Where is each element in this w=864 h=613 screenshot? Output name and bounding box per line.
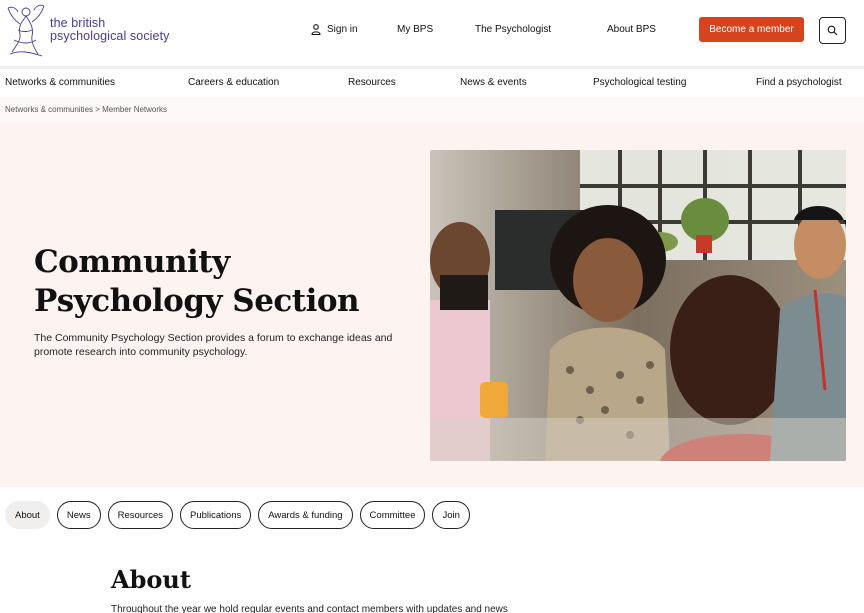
- tab-about[interactable]: About: [5, 501, 50, 529]
- page-title-line-2: Psychology Section: [34, 283, 360, 319]
- tab-committee[interactable]: Committee: [359, 501, 426, 529]
- tab-resources[interactable]: Resources: [107, 501, 174, 529]
- hero-photo: [430, 150, 846, 461]
- search-button[interactable]: [819, 17, 846, 44]
- nav-item-careers[interactable]: Careers & education: [188, 77, 279, 88]
- about-bps-link[interactable]: About BPS: [607, 24, 656, 35]
- logo-line-2: psychological society: [50, 29, 170, 43]
- nav-item-psych-testing[interactable]: Psychological testing: [593, 77, 686, 88]
- header-divider: [0, 66, 864, 69]
- bps-logo[interactable]: the british psychological society: [4, 2, 170, 58]
- nav-item-resources[interactable]: Resources: [348, 77, 396, 88]
- section-tabs: About News Resources Publications Awards…: [5, 501, 470, 529]
- page-title: Community Psychology Section: [34, 243, 360, 321]
- nav-item-networks[interactable]: Networks & communities: [5, 77, 115, 88]
- psyche-figure-logo-icon: [7, 4, 45, 57]
- site-header: the british psychological society Sign i…: [0, 0, 864, 66]
- about-heading: About: [111, 565, 191, 594]
- my-bps-link[interactable]: My BPS: [397, 24, 433, 35]
- hero-description: The Community Psychology Section provide…: [34, 332, 393, 358]
- tab-awards-funding[interactable]: Awards & funding: [258, 501, 353, 529]
- breadcrumb-text[interactable]: Networks & communities > Member Networks: [5, 105, 167, 114]
- main-nav: Networks & communities Careers & educati…: [0, 70, 864, 97]
- tab-join[interactable]: Join: [432, 501, 470, 529]
- nav-item-news-events[interactable]: News & events: [460, 77, 527, 88]
- sign-in-link[interactable]: Sign in: [311, 24, 358, 35]
- group-discussion-image: [430, 150, 846, 461]
- logo-text: the british psychological society: [50, 17, 170, 43]
- the-psychologist-link[interactable]: The Psychologist: [475, 24, 551, 35]
- tab-news[interactable]: News: [56, 501, 101, 529]
- user-icon: [311, 24, 321, 35]
- hero-section: Community Psychology Section The Communi…: [0, 123, 864, 487]
- about-text: Throughout the year we hold regular even…: [111, 604, 508, 613]
- page-title-line-1: Community: [34, 244, 230, 280]
- breadcrumb: Networks & communities > Member Networks: [0, 97, 864, 123]
- sign-in-label: Sign in: [327, 24, 358, 35]
- tab-publications[interactable]: Publications: [180, 501, 252, 529]
- become-member-button[interactable]: Become a member: [699, 17, 804, 42]
- nav-item-find-psychologist[interactable]: Find a psychologist: [756, 77, 842, 88]
- search-icon: [827, 25, 838, 36]
